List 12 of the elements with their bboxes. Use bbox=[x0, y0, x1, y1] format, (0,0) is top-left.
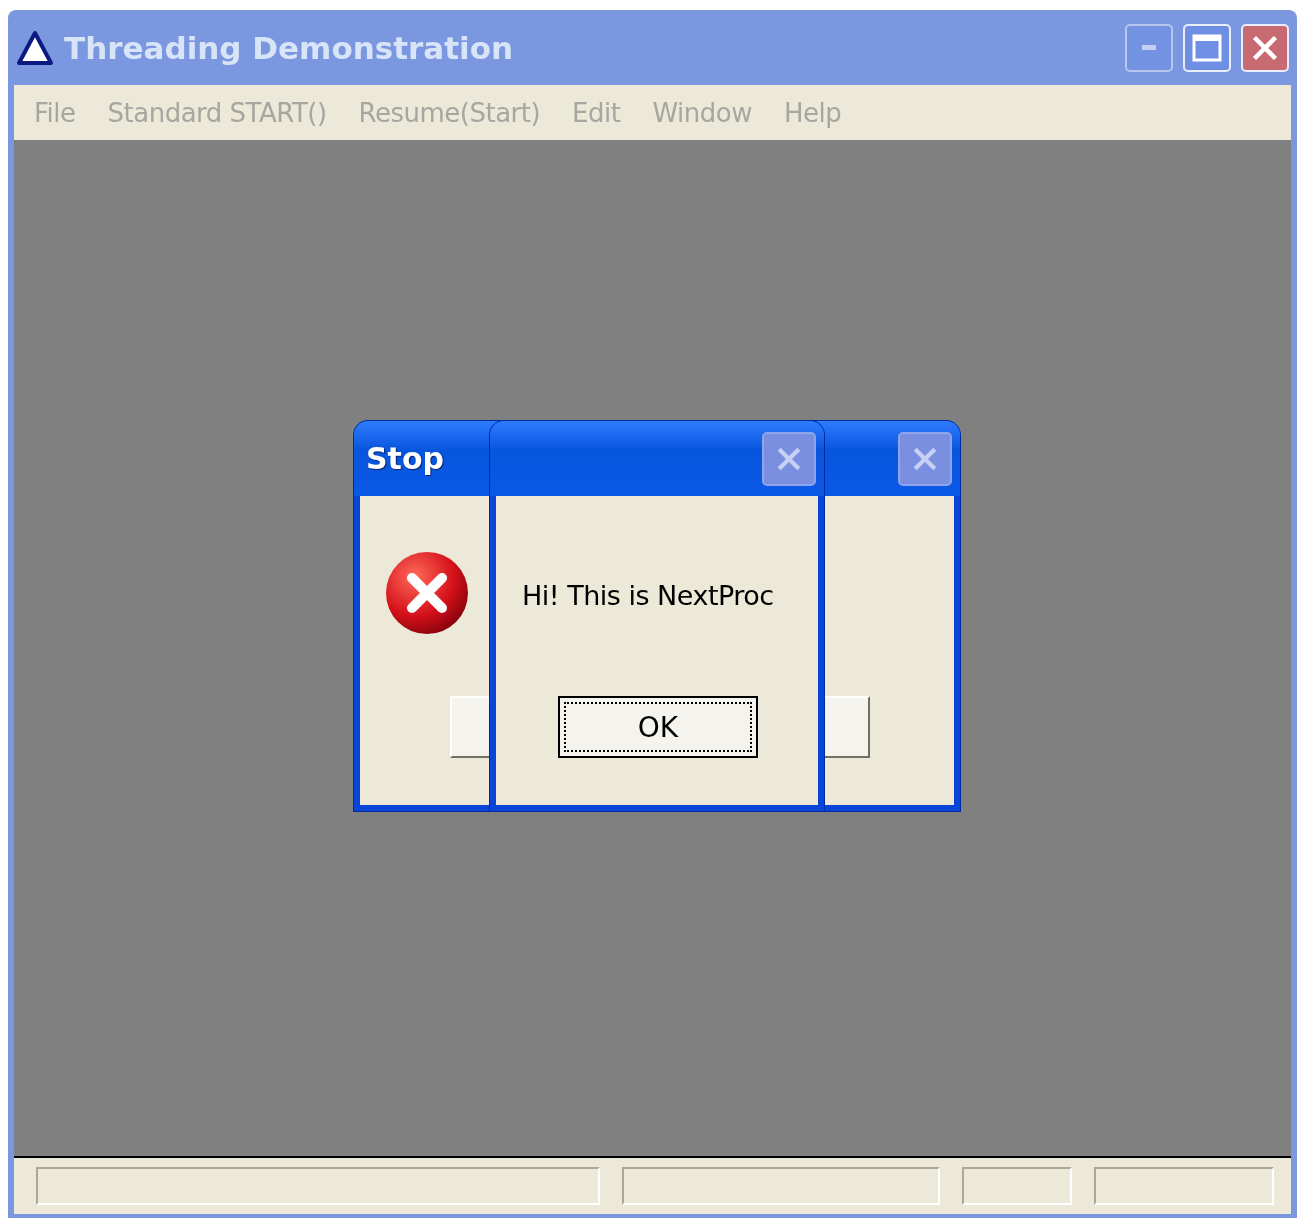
window-title: Threading Demonstration bbox=[64, 29, 515, 66]
error-icon bbox=[385, 551, 471, 637]
minimize-button[interactable] bbox=[1125, 23, 1173, 72]
close-button[interactable] bbox=[762, 431, 816, 486]
close-button[interactable] bbox=[898, 431, 952, 486]
triangle-icon bbox=[16, 29, 54, 66]
dialog-title: Stop bbox=[366, 441, 445, 476]
minimize-icon bbox=[1142, 45, 1156, 50]
dialog-message: Hi! This is NextProc bbox=[522, 580, 774, 611]
ok-button[interactable]: OK bbox=[558, 696, 758, 758]
maximize-button[interactable] bbox=[1183, 23, 1231, 72]
maximize-icon bbox=[1192, 33, 1222, 62]
